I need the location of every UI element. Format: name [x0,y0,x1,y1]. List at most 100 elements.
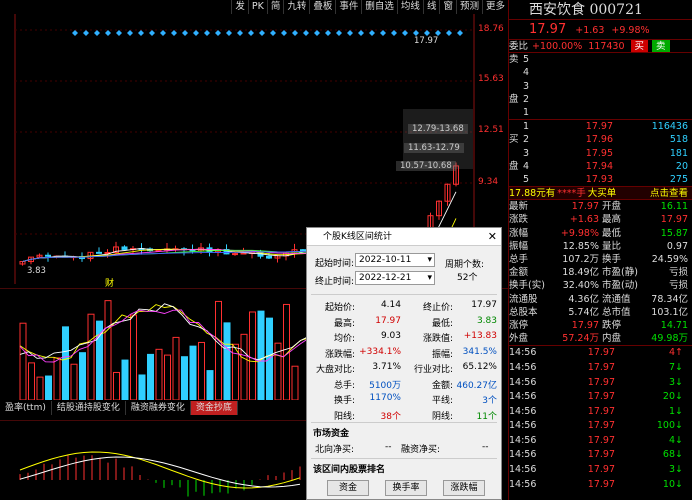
quote-row: 外盘 57.24万 内盘 49.98万 [509,332,692,345]
stat-key: 终止价: [422,303,453,313]
toolbar-item[interactable]: 更多 [481,0,508,14]
weibi-row: 委比 +100.00% 117430 买 卖 [509,40,692,54]
tick-volume: 3 [668,464,675,476]
dea-line [19,456,301,488]
buy-level[interactable]: 1 17.97 116436 [509,120,692,133]
weibi-label: 委比 [509,41,529,52]
stat-key: 大盘对比: [315,365,355,375]
level-volume: 518 [669,134,688,146]
macd-chart[interactable] [0,420,310,500]
dialog-titlebar: 个股K线区间统计 ✕ [307,228,501,246]
toolbar-item[interactable]: 九转 [283,0,309,14]
signal-diamond [446,30,452,36]
tab-indicator[interactable]: 结股通持股变化 [52,401,126,415]
rank-capital-button[interactable]: 资金 [327,480,369,496]
quote-value: 14.71 [660,319,688,331]
toolbar-item[interactable]: 事件 [335,0,361,14]
level-number: 5 [523,54,530,66]
weibi-value: +100.00% [532,41,583,52]
stock-title: 西安饮食 000721 [509,0,692,20]
start-time-select[interactable]: 2022-10-11 ▾ [355,253,435,267]
candle-body [155,249,162,252]
level-volume: 20 [675,160,688,172]
end-time-select[interactable]: 2022-12-21 ▾ [355,271,435,285]
north-label: 北向净买: [315,445,355,455]
sell-level[interactable]: 1 [509,106,692,119]
stat-key: 换手: [333,396,355,406]
quote-value: 78.34亿 [651,293,688,305]
signal-diamond [336,30,342,36]
tick-volume: 10 [662,478,675,490]
volume-bar [155,348,163,400]
start-time-label: 起始时间: [315,259,355,269]
chevron-down-icon: ▾ [427,255,432,265]
signal-diamond [226,30,232,36]
period-label: 周期个数: [445,260,485,270]
toolbar-item[interactable]: 均线 [396,0,423,14]
quote-key: 涨幅 [509,227,529,239]
sell-level[interactable]: 4 [509,66,692,79]
toolbar-item[interactable]: 简 [266,0,284,14]
quote-key: 涨跌 [509,214,529,226]
tick-volume: 1 [668,405,675,417]
level-price: 17.94 [585,160,613,172]
current-price: 17.97 [529,22,567,37]
level-volume: 275 [669,173,688,185]
tick-row: 14:56 17.97 1 ↓ [509,405,692,420]
arrow-down-icon: ↓ [675,449,683,461]
quote-value: 24.59% [651,254,688,265]
sell-button[interactable]: 卖 [652,40,670,53]
quote-value: 103.1亿 [651,306,688,318]
divider [311,422,497,423]
volume-bar [113,371,120,400]
promo-row[interactable]: 17.88元有 ****手 大买单 点击查看 [509,187,692,201]
tick-row: 14:56 17.97 3 ↓ [509,376,692,391]
tick-time: 14:56 [509,376,537,388]
buy-level[interactable]: 盘 4 17.94 20 [509,160,692,173]
quote-key: 市盈(动) [602,280,638,292]
stat-key: 金额: [431,380,453,391]
toolbar-item[interactable]: 发 [231,0,248,14]
toolbar-item[interactable]: 预测 [455,0,482,14]
tab-indicator[interactable]: 盈率(ttm) [0,401,52,415]
buy-button[interactable]: 买 [630,40,649,53]
sell-level[interactable]: 3 [509,80,692,93]
buy-level[interactable]: 5 17.93 275 [509,173,692,186]
tab-indicator[interactable]: 融资融券变化 [126,401,191,415]
buy-level[interactable]: 3 17.95 181 [509,147,692,160]
tick-row: 14:56 17.97 68 ↓ [509,448,692,463]
close-icon[interactable]: ✕ [488,228,497,246]
signal-diamond [215,30,221,36]
stat-key: 振幅: [431,349,453,360]
sell-level[interactable]: 盘2 [509,93,692,106]
candle-body [240,252,247,255]
toolbar-item[interactable]: 删自选 [361,0,397,14]
signal-diamond [369,30,375,36]
stat-value: 3.71% [372,362,401,372]
quote-key: 总股本 [509,306,538,318]
quote-key: 振幅 [509,240,529,252]
signal-diamond [94,30,100,36]
toolbar-item[interactable]: PK [247,0,267,14]
signal-diamond [281,30,287,36]
quote-value: 17.97 [571,319,599,331]
quote-value: 17.97 [660,214,688,226]
toolbar-item[interactable]: 线 [422,0,440,14]
rank-turnover-button[interactable]: 换手率 [385,480,427,496]
signal-diamond [358,30,364,36]
tick-time: 14:56 [509,464,537,476]
toolbar-item[interactable]: 窗 [439,0,456,14]
volume-bar [130,314,137,400]
quote-key: 总手 [509,254,529,265]
buy-level[interactable]: 买 2 17.96 518 [509,133,692,146]
sell-level[interactable]: 卖5 [509,53,692,66]
weicha-value: 117430 [588,41,625,52]
level-side-label [509,66,523,79]
toolbar-item[interactable]: 叠板 [309,0,335,14]
end-time-label: 终止时间: [315,277,355,287]
tab-indicator[interactable]: 资金抄底 [190,401,238,415]
chevron-down-icon: ▾ [427,273,432,283]
rank-change-button[interactable]: 涨跌幅 [443,480,485,496]
signal-diamond [457,30,463,36]
volume-bar [240,333,248,400]
